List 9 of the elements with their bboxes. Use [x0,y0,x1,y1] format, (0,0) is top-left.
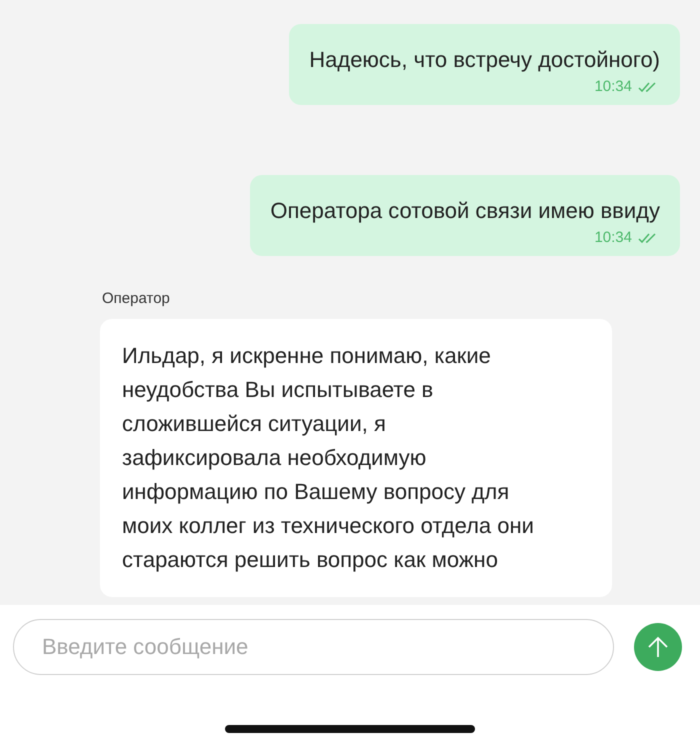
message-text: Ильдар, я искренне понимаю, какие неудобства Вы испытываете в сложившейся ситуации, я зафиксировала необходимую информацию по Вашему вопросу для моих коллег из технического отдела они стараются решить вопрос как можно [122,343,534,572]
sender-name: Оператор [102,290,170,307]
message-input[interactable]: Введите сообщение [13,619,614,675]
message-time: 10:34 [594,78,632,95]
send-button[interactable] [634,623,682,671]
arrow-up-icon [646,635,670,659]
message-time: 10:34 [594,229,632,246]
message-text: Оператора сотовой связи имею ввиду [270,197,660,225]
message-text: Надеюсь, что встречу достойного) [309,46,660,74]
